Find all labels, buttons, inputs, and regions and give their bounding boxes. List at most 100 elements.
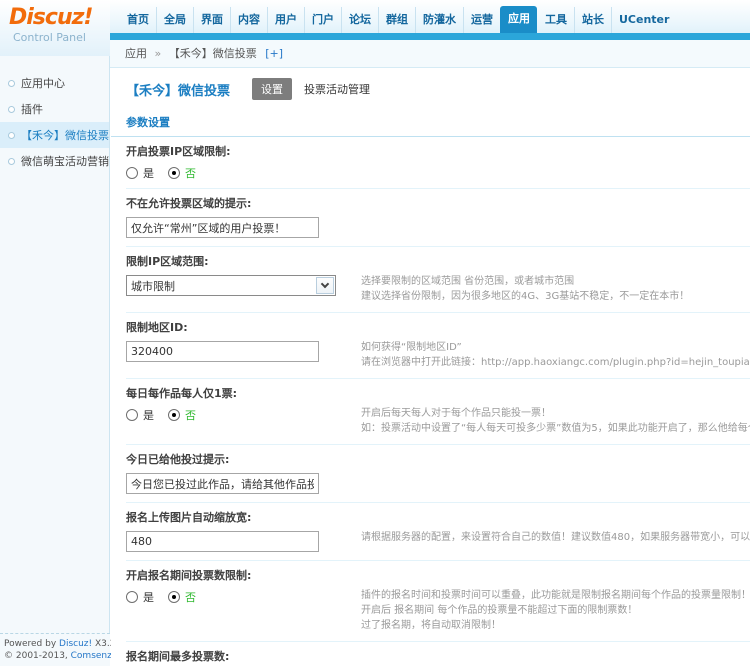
nav-item-link[interactable]: 站长 bbox=[574, 7, 611, 33]
text-input[interactable] bbox=[126, 217, 319, 238]
field-comments: 请根据服务器的配置，来设置符合自己的数值！建议数值480，如果服务器带宽小，可以… bbox=[361, 530, 750, 545]
nav-item-link[interactable]: 门户 bbox=[304, 7, 341, 33]
field-body: 是否 bbox=[126, 164, 750, 180]
nav-item-link[interactable]: 论坛 bbox=[341, 7, 378, 33]
text-input[interactable] bbox=[126, 531, 319, 552]
sidebar-item[interactable]: 【禾今】微信投票 bbox=[0, 122, 109, 148]
top-nav: 首页 全局 界面 内容 用户 门户 论坛 群组 防灌水 运营 应用 工具 站长 UCenter bbox=[110, 0, 750, 33]
field-body bbox=[126, 472, 750, 494]
field-control-cell bbox=[126, 216, 361, 238]
field-label: 今日已给他投过提示: bbox=[126, 453, 230, 466]
breadcrumb-section[interactable]: 应用 bbox=[125, 47, 147, 60]
nav-item-link[interactable]: 用户 bbox=[267, 7, 304, 33]
field-label: 限制地区ID: bbox=[126, 321, 188, 334]
footer: Powered by Discuz! X3.2 © 2001-2013, Com… bbox=[0, 633, 131, 666]
form-row: 今日已给他投过提示: bbox=[126, 445, 750, 503]
comment-line: 开启后每天每人对于每个作品只能投一票！ bbox=[361, 408, 551, 419]
breadcrumb: 应用 » 【禾今】微信投票 [+] bbox=[110, 40, 750, 68]
tab-settings[interactable]: 设置 bbox=[252, 78, 293, 100]
sidebar-item-label: 插件 bbox=[21, 103, 43, 116]
sidebar-item[interactable]: 微信萌宝活动营销 bbox=[0, 148, 109, 174]
text-input[interactable] bbox=[126, 473, 319, 494]
form-row: 开启报名期间投票数限制: 是否插件的报名时间和投票时间可以重叠，此功能就是限制报名… bbox=[126, 561, 750, 642]
breadcrumb-expand-link[interactable]: [+] bbox=[265, 47, 283, 60]
field-control-cell bbox=[126, 472, 361, 494]
bullet-icon bbox=[8, 157, 15, 165]
radio-unchecked[interactable] bbox=[126, 590, 138, 603]
nav-item-link[interactable]: 内容 bbox=[230, 7, 267, 33]
sidebar: 应用中心插件【禾今】微信投票 微信萌宝活动营销 bbox=[0, 56, 110, 666]
nav-item-active[interactable]: 应用 bbox=[500, 6, 537, 33]
sidebar-item-label: 应用中心 bbox=[21, 77, 65, 90]
radio-option-label: 是 bbox=[143, 590, 154, 604]
settings-form: 开启投票IP区域限制:是否不在允许投票区域的提示:限制IP区域范围:城市限制选择… bbox=[111, 137, 750, 666]
copyright-line: © 2001-2013, Comsenz Inc. bbox=[4, 651, 131, 661]
breadcrumb-page: 【禾今】微信投票 bbox=[168, 47, 257, 60]
form-row: 限制地区ID: 如何获得“限制地区ID” 请在浏览器中打开此链接：http://ap… bbox=[126, 313, 750, 379]
discuz-link[interactable]: Discuz! bbox=[59, 639, 92, 649]
form-row: 限制IP区域范围: 城市限制 选择要限制的区域范围 省份范围，或者城市范围 建议选择省… bbox=[126, 247, 750, 313]
sidebar-item-label: 微信萌宝活动营销 bbox=[21, 155, 109, 168]
radio-option-label: 是 bbox=[143, 166, 154, 180]
nav-item-link[interactable]: 运营 bbox=[463, 7, 500, 33]
field-label: 不在允许投票区域的提示: bbox=[126, 197, 252, 210]
bullet-icon bbox=[8, 105, 15, 113]
powered-by-line: Powered by Discuz! X3.2 bbox=[4, 639, 116, 649]
radio-checked[interactable] bbox=[168, 590, 180, 603]
nav-item-link[interactable]: 界面 bbox=[193, 7, 230, 33]
discuz-logo: Discuz! bbox=[9, 5, 93, 30]
form-row: 不在允许投票区域的提示: bbox=[126, 189, 750, 247]
field-control-cell: 城市限制 bbox=[126, 274, 361, 296]
control-panel-label: Control Panel bbox=[13, 31, 86, 44]
select-dropdown-button[interactable] bbox=[316, 277, 334, 294]
nav-item-link[interactable]: UCenter bbox=[611, 7, 676, 33]
region-select[interactable]: 城市限制 bbox=[126, 275, 336, 296]
field-control-cell bbox=[126, 530, 361, 552]
form-row: 报名期间最多投票数: bbox=[126, 642, 750, 666]
radio-checked[interactable] bbox=[168, 166, 180, 179]
field-label: 开启投票IP区域限制: bbox=[126, 145, 231, 158]
comment-line: 如何获得“限制地区ID” bbox=[361, 342, 462, 353]
field-control-cell: 是否 bbox=[126, 164, 361, 180]
field-control-cell: 是否 bbox=[126, 406, 361, 422]
nav-item-link[interactable]: 首页 bbox=[120, 7, 156, 33]
sidebar-item[interactable]: 插件 bbox=[0, 96, 109, 122]
select-value: 城市限制 bbox=[131, 279, 175, 293]
nav-item-link[interactable]: 工具 bbox=[537, 7, 574, 33]
field-control-cell: 是否 bbox=[126, 588, 361, 604]
field-label: 限制IP区域范围: bbox=[126, 255, 209, 268]
radio-option-label: 是 bbox=[143, 408, 154, 422]
radio-group: 是否 bbox=[126, 407, 361, 422]
section-title: 参数设置 bbox=[111, 114, 750, 137]
sidebar-item-label: 【禾今】微信投票 bbox=[21, 129, 109, 142]
radio-unchecked[interactable] bbox=[126, 166, 138, 179]
radio-group: 是否 bbox=[126, 165, 361, 180]
field-comments: 如何获得“限制地区ID” 请在浏览器中打开此链接：http://app.haoxi… bbox=[361, 340, 750, 370]
radio-unchecked[interactable] bbox=[126, 408, 138, 421]
comment-line: 建议选择省份限制，因为很多地区的4G、3G基站不稳定，不一定在本市！ bbox=[361, 291, 690, 302]
field-body bbox=[126, 216, 750, 238]
form-row: 每日每作品每人仅1票: 是否开启后每天每人对于每个作品只能投一票！ 如：投票活动中设… bbox=[126, 379, 750, 445]
sidebar-item[interactable]: 应用中心 bbox=[0, 70, 109, 96]
comment-line: 如：投票活动中设置了“每人每天可投多少票”数值为5，如果此功能开启了，那么他给每… bbox=[361, 423, 750, 434]
chevron-down-icon bbox=[320, 279, 330, 289]
nav-underline-bar bbox=[110, 33, 750, 40]
field-label: 每日每作品每人仅1票: bbox=[126, 387, 238, 400]
field-comments: 选择要限制的区域范围 省份范围，或者城市范围 建议选择省份限制，因为很多地区的4G… bbox=[361, 274, 750, 304]
form-row: 开启投票IP区域限制: 是否 bbox=[126, 137, 750, 189]
field-label: 开启报名期间投票数限制: bbox=[126, 569, 252, 582]
nav-item-link[interactable]: 群组 bbox=[378, 7, 415, 33]
comment-line: 开启后 报名期间 每个作品的投票量不能超过下面的限制票数！ bbox=[361, 605, 638, 616]
field-control-cell bbox=[126, 340, 361, 362]
title-row: 【禾今】微信投票 设置 投票活动管理 bbox=[111, 68, 750, 100]
radio-checked[interactable] bbox=[168, 408, 180, 421]
tab-vote-management[interactable]: 投票活动管理 bbox=[304, 81, 370, 97]
comment-line: 请在浏览器中打开此链接：http://app.haoxiangc.com/plu… bbox=[361, 357, 750, 368]
bullet-icon bbox=[8, 79, 15, 87]
nav-item-link[interactable]: 全局 bbox=[156, 7, 193, 33]
nav-item-link[interactable]: 防灌水 bbox=[415, 7, 463, 33]
radio-option-label: 否 bbox=[185, 408, 196, 422]
text-input[interactable] bbox=[126, 341, 319, 362]
comment-line: 过了报名期，将自动取消限制！ bbox=[361, 620, 501, 631]
form-row: 报名上传图片自动缩放宽: 请根据服务器的配置，来设置符合自己的数值！建议数值480… bbox=[126, 503, 750, 561]
